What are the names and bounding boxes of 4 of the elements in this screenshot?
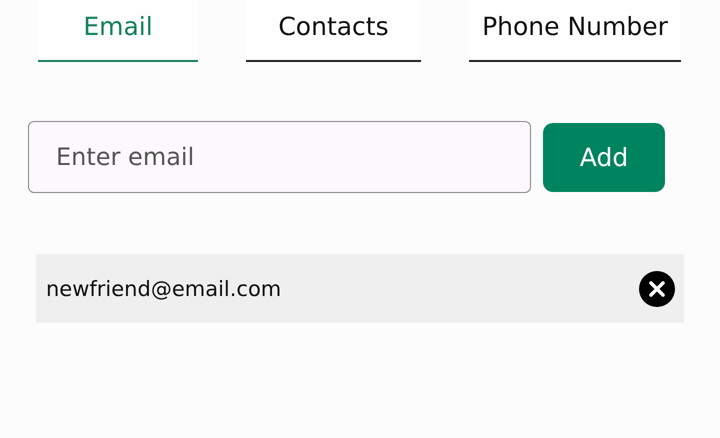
email-field[interactable]: Enter email [28,121,531,193]
email-address: newfriend@email.com [46,276,282,300]
close-icon[interactable] [639,270,675,306]
add-button[interactable]: Add [543,122,665,192]
